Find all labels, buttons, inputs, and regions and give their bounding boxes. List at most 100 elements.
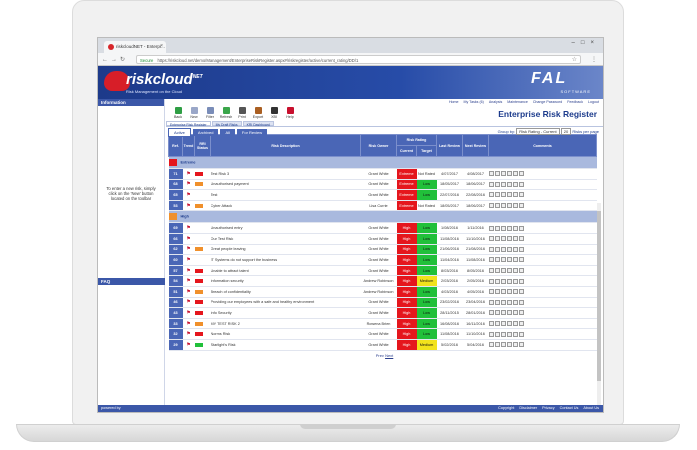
print-icon[interactable] xyxy=(494,321,500,327)
edit-icon[interactable] xyxy=(488,289,494,295)
toolbar-export-button[interactable]: Export xyxy=(251,107,265,119)
print-icon[interactable] xyxy=(494,225,500,231)
note-icon[interactable] xyxy=(512,236,518,242)
toolbar-print-button[interactable]: Print xyxy=(235,107,249,119)
pager-prev[interactable]: Prev xyxy=(376,353,384,358)
note-icon[interactable] xyxy=(506,342,512,348)
risk-description[interactable]: Providing our employees with a safe and … xyxy=(210,297,361,309)
table-row[interactable]: 68 ⚑ Unauthorised payment Grant White Extrem… xyxy=(168,179,597,191)
email-icon[interactable] xyxy=(500,257,506,263)
table-row[interactable]: 66 ⚑ Our Test Risk Grant White High Low 11/08/… xyxy=(168,233,597,245)
email-icon[interactable] xyxy=(500,289,506,295)
note-icon[interactable] xyxy=(512,299,518,305)
print-icon[interactable] xyxy=(494,299,500,305)
filter-tab-for-review[interactable]: For Review xyxy=(236,129,268,136)
row-ref[interactable]: 46 xyxy=(168,297,183,309)
col-target[interactable]: Target xyxy=(416,145,437,157)
attach-icon[interactable] xyxy=(518,268,524,274)
table-row[interactable]: 46 ⚑ Providing our employees with a safe a… xyxy=(168,297,597,309)
url-input[interactable]: Secure https://riskcloud.net/demo/Manage… xyxy=(136,55,581,64)
row-ref[interactable]: 29 xyxy=(168,339,183,351)
attach-icon[interactable] xyxy=(518,331,524,337)
risk-description[interactable]: Great people leaving xyxy=(210,244,361,256)
scrollbar-thumb[interactable] xyxy=(597,211,601,381)
toplink-6[interactable]: Logout xyxy=(588,100,599,104)
toolbar-refresh-button[interactable]: Refresh xyxy=(219,107,233,119)
row-ref[interactable]: 71 xyxy=(168,168,183,180)
risk-description[interactable]: Test xyxy=(210,189,361,201)
risk-description[interactable]: Test Risk 3 xyxy=(210,168,361,180)
tab-close-icon[interactable]: × xyxy=(160,43,163,49)
toolbar-back-button[interactable]: Back xyxy=(171,107,185,119)
attach-icon[interactable] xyxy=(518,203,524,209)
scrollbar[interactable] xyxy=(597,203,601,412)
table-row[interactable]: 43 ⚑ Info Security Grant White High Low 28/11/… xyxy=(168,307,597,319)
group-row[interactable]: Extreme xyxy=(168,156,597,169)
edit-icon[interactable] xyxy=(488,225,494,231)
col-last-review[interactable]: Last Review xyxy=(436,134,463,157)
risk-description[interactable]: IT Systems do not support the business xyxy=(210,254,361,266)
note-icon[interactable] xyxy=(506,203,512,209)
row-ref[interactable]: 43 xyxy=(168,307,183,319)
note-icon[interactable] xyxy=(512,257,518,263)
row-ref[interactable]: 33 xyxy=(168,318,183,330)
risk-description[interactable]: MY TEST RISK 2 xyxy=(210,318,361,330)
risk-description[interactable]: Starlight's Risk xyxy=(210,339,361,351)
col-current[interactable]: Current xyxy=(396,145,417,157)
note-icon[interactable] xyxy=(512,171,518,177)
email-icon[interactable] xyxy=(500,181,506,187)
risk-description[interactable]: Unauthorised payment xyxy=(210,179,361,191)
row-ref[interactable]: 66 xyxy=(168,233,183,245)
risk-description[interactable]: Info Security xyxy=(210,307,361,319)
note-icon[interactable] xyxy=(512,289,518,295)
email-icon[interactable] xyxy=(500,203,506,209)
print-icon[interactable] xyxy=(494,268,500,274)
edit-icon[interactable] xyxy=(488,236,494,242)
row-ref[interactable]: 32 xyxy=(168,328,183,340)
note-icon[interactable] xyxy=(506,321,512,327)
toolbar-help-button[interactable]: Help xyxy=(283,107,297,119)
note-icon[interactable] xyxy=(506,278,512,284)
filter-tab-all[interactable]: All xyxy=(220,129,235,136)
note-icon[interactable] xyxy=(512,246,518,252)
note-icon[interactable] xyxy=(506,257,512,263)
note-icon[interactable] xyxy=(506,310,512,316)
row-ref[interactable]: 62 xyxy=(168,244,183,256)
row-ref[interactable]: 51 xyxy=(168,286,183,298)
email-icon[interactable] xyxy=(500,246,506,252)
risk-description[interactable]: Breach of confidentiality xyxy=(210,286,361,298)
table-row[interactable]: 33 ⚑ MY TEST RISK 2 Rowena Brien High Low 16/0… xyxy=(168,318,597,330)
table-row[interactable]: 51 ⚑ Breach of confidentiality Andrew Robin… xyxy=(168,286,597,298)
table-row[interactable]: 60 ⚑ IT Systems do not support the busines… xyxy=(168,254,597,266)
email-icon[interactable] xyxy=(500,278,506,284)
note-icon[interactable] xyxy=(512,203,518,209)
riskcloud-logo[interactable]: riskcloudNET Risk Management on the Clou… xyxy=(104,69,203,96)
note-icon[interactable] xyxy=(506,236,512,242)
edit-icon[interactable] xyxy=(488,268,494,274)
row-ref[interactable]: 69 xyxy=(168,222,183,234)
print-icon[interactable] xyxy=(494,246,500,252)
faq-heading[interactable]: FAQ xyxy=(98,278,165,285)
edit-icon[interactable] xyxy=(488,299,494,305)
risk-description[interactable]: Unable to attract talent xyxy=(210,265,361,277)
edit-icon[interactable] xyxy=(488,192,494,198)
note-icon[interactable] xyxy=(506,289,512,295)
table-row[interactable]: 29 ⚑ Starlight's Risk Grant White High Medium… xyxy=(168,339,597,351)
col-trend[interactable]: Trend xyxy=(182,134,195,157)
col-rri-status[interactable]: RRI Status xyxy=(194,134,211,157)
print-icon[interactable] xyxy=(494,257,500,263)
edit-icon[interactable] xyxy=(488,203,494,209)
edit-icon[interactable] xyxy=(488,321,494,327)
filter-tab-active[interactable]: Active xyxy=(168,128,191,137)
note-icon[interactable] xyxy=(512,321,518,327)
attach-icon[interactable] xyxy=(518,236,524,242)
note-icon[interactable] xyxy=(512,225,518,231)
toplink-1[interactable]: My Tasks (6) xyxy=(464,100,484,104)
row-ref[interactable]: 65 xyxy=(168,189,183,201)
edit-icon[interactable] xyxy=(488,171,494,177)
print-icon[interactable] xyxy=(494,342,500,348)
toplink-5[interactable]: Feedback xyxy=(567,100,583,104)
note-icon[interactable] xyxy=(506,181,512,187)
note-icon[interactable] xyxy=(512,181,518,187)
table-row[interactable]: 57 ⚑ Unable to attract talent Grant White Hi… xyxy=(168,265,597,277)
